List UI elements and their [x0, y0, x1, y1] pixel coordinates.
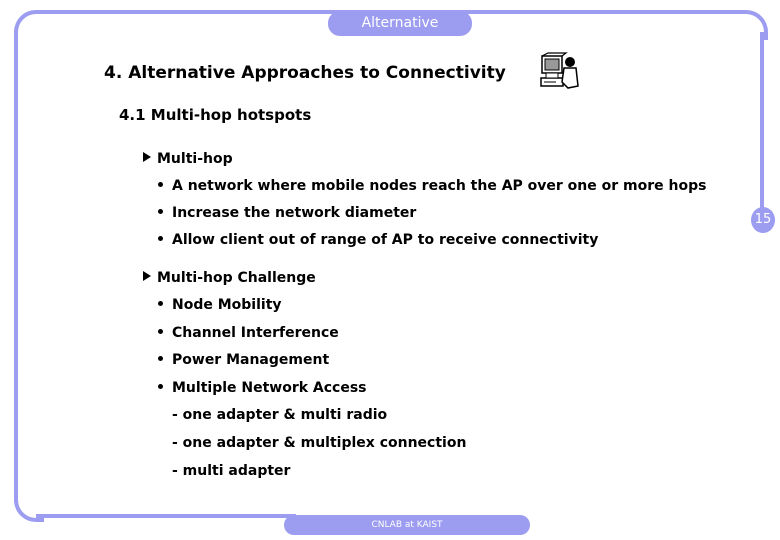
list-item-text: Allow client out of range of AP to recei…: [172, 232, 599, 248]
bullet-dot-icon: [158, 209, 163, 214]
section-heading: Multi-hop Challenge: [143, 270, 316, 286]
list-item: Channel Interference: [158, 325, 339, 341]
list-item: Power Management: [158, 352, 329, 368]
bullet-dot-icon: [158, 356, 163, 361]
sub-list-item: - one adapter & multiplex connection: [172, 435, 467, 451]
list-item-text: Node Mobility: [172, 297, 282, 313]
computer-user-icon: [540, 52, 579, 89]
triangle-bullet-icon: [143, 271, 151, 281]
section-heading-text: Multi-hop Challenge: [157, 270, 316, 286]
section-heading-text: Multi-hop: [157, 151, 233, 167]
list-item: Node Mobility: [158, 297, 282, 313]
frame-right-border: [760, 32, 764, 212]
list-item-text: Channel Interference: [172, 325, 339, 341]
frame-bottom-border: [36, 514, 296, 518]
triangle-bullet-icon: [143, 152, 151, 162]
bullet-dot-icon: [158, 329, 163, 334]
list-item-text: Increase the network diameter: [172, 205, 417, 221]
frame-corner-top-left: [14, 10, 44, 40]
frame-left-border: [14, 32, 18, 502]
list-item-text: Multiple Network Access: [172, 380, 367, 396]
list-item: Multiple Network Access: [158, 380, 367, 396]
list-item: A network where mobile nodes reach the A…: [158, 178, 706, 194]
bullet-dot-icon: [158, 182, 163, 187]
list-item-text: Power Management: [172, 352, 330, 368]
header-tab: Alternative: [328, 11, 472, 36]
list-item: Allow client out of range of AP to recei…: [158, 232, 598, 248]
slide-title: 4. Alternative Approaches to Connectivit…: [104, 63, 506, 83]
slide-subtitle: 4.1 Multi-hop hotspots: [119, 106, 312, 124]
sub-list-item: - one adapter & multi radio: [172, 407, 388, 423]
bullet-dot-icon: [158, 384, 163, 389]
page-number-badge: 15: [751, 207, 775, 233]
section-heading: Multi-hop: [143, 151, 233, 167]
list-item: Increase the network diameter: [158, 205, 416, 221]
sub-list-item: - multi adapter: [172, 463, 291, 479]
bullet-dot-icon: [158, 301, 163, 306]
list-item-text: A network where mobile nodes reach the A…: [172, 178, 707, 194]
footer-label: CNLAB at KAIST: [284, 515, 530, 535]
bullet-dot-icon: [158, 236, 163, 241]
